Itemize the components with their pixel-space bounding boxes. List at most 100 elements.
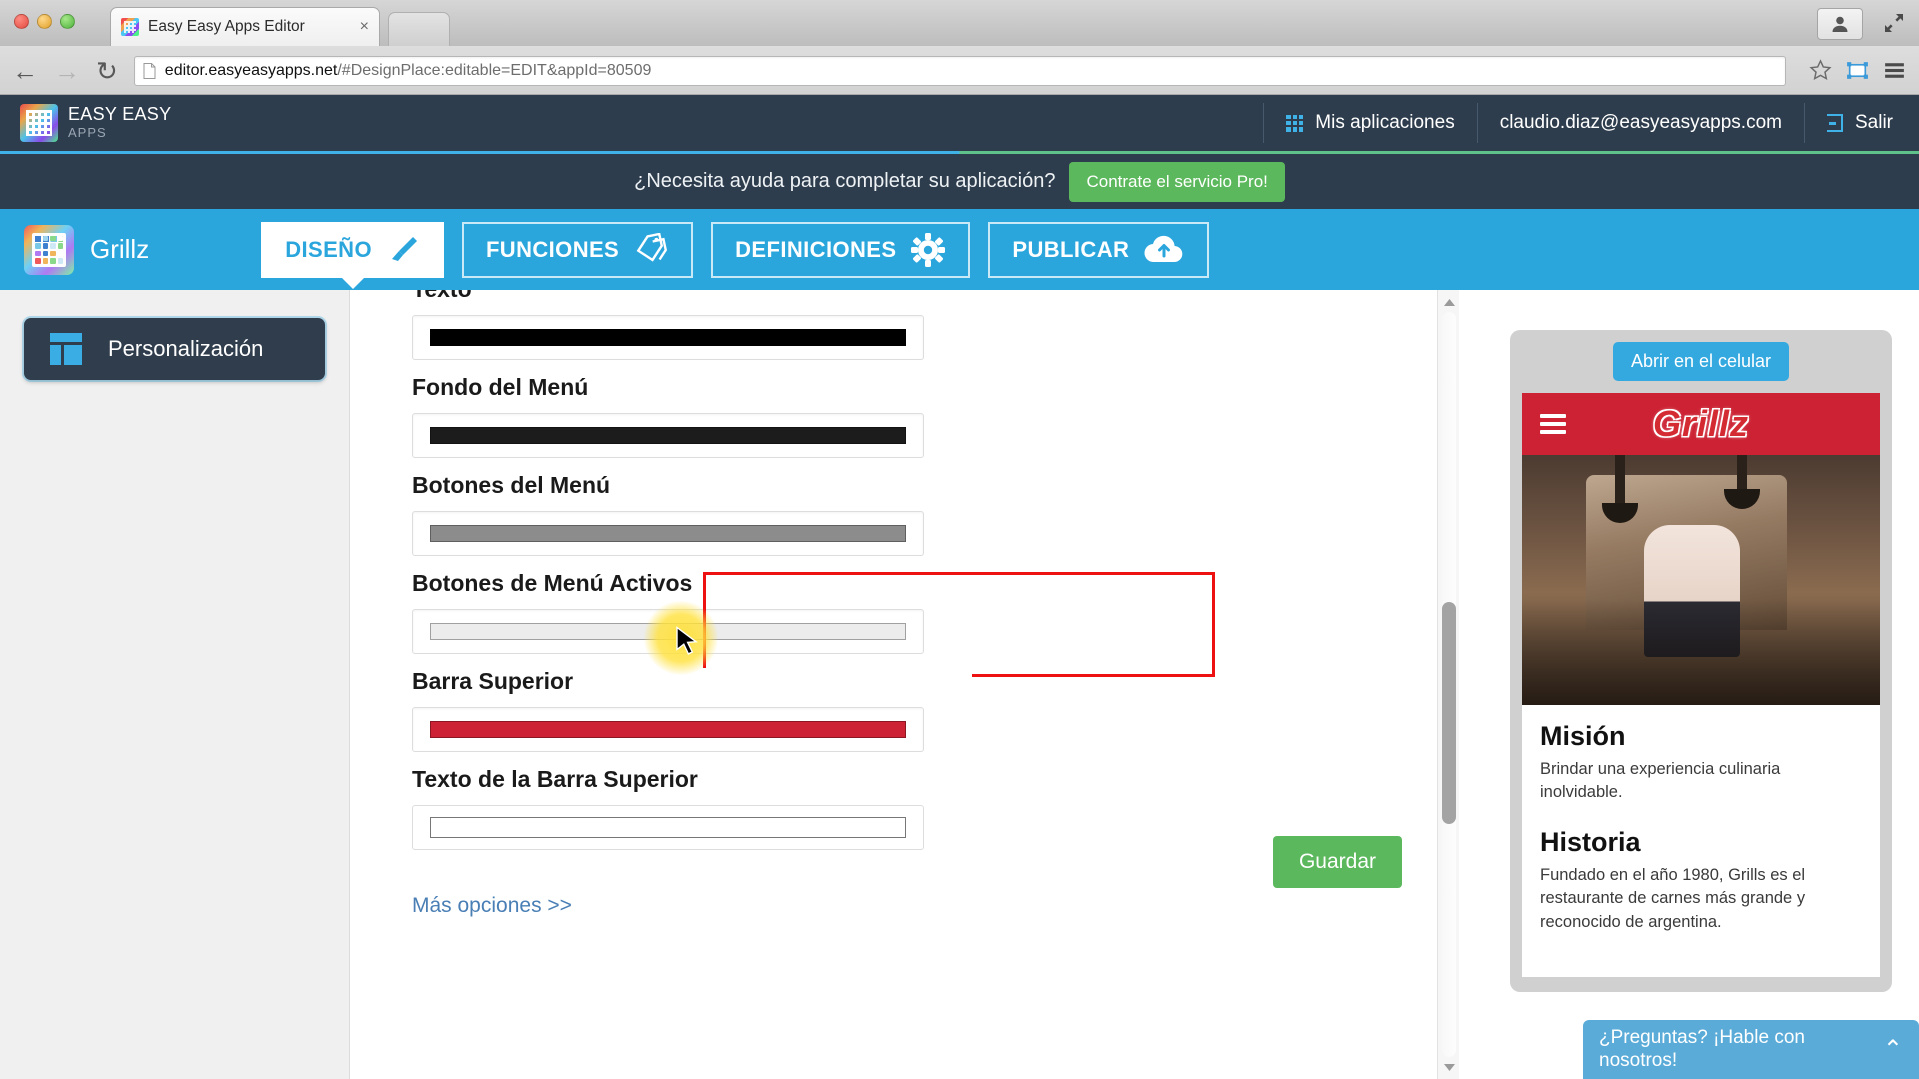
preview-body: Misión Brindar una experiencia culinaria…	[1522, 705, 1880, 951]
layout-icon	[50, 333, 82, 365]
color-picker-botones-de-menu-activos[interactable]	[412, 609, 924, 654]
hire-pro-service-button[interactable]: Contrate el servicio Pro!	[1069, 161, 1285, 202]
field-texto-label: Texto	[412, 290, 972, 303]
color-swatch	[430, 525, 906, 542]
preview-section-heading: Historia	[1540, 826, 1641, 857]
browser-tabstrip: Easy Easy Apps Editor ×	[0, 0, 1919, 46]
url-host: editor.easyeasyapps.net	[164, 61, 338, 79]
save-row: Guardar	[412, 836, 1402, 888]
field-texto: Texto	[412, 290, 972, 360]
browser-tab[interactable]: Easy Easy Apps Editor ×	[110, 7, 380, 46]
preview-hero-image	[1522, 455, 1880, 705]
field-fondo-del-menu-label: Fondo del Menú	[412, 374, 589, 400]
cloud-upload-icon	[1144, 235, 1183, 263]
more-options-link[interactable]: Más opciones >>	[412, 894, 972, 918]
chrome-menu-button[interactable]	[1882, 58, 1907, 83]
logout-label: Salir	[1854, 112, 1893, 133]
favicon-icon	[121, 18, 139, 36]
field-botones-de-menu-activos-label: Botones de Menú Activos	[412, 570, 693, 596]
color-swatch	[430, 329, 906, 346]
color-swatch	[430, 623, 906, 640]
scrollbar-thumb[interactable]	[1442, 602, 1456, 824]
tab-publicar-label: PUBLICAR	[1012, 237, 1130, 262]
main-content: Personalización Texto Fondo del Menú Bot…	[0, 290, 1919, 1079]
scroll-down-button[interactable]	[1438, 1057, 1460, 1077]
logout-button[interactable]: Salir	[1803, 103, 1919, 143]
tab-funciones-label: FUNCIONES	[485, 237, 620, 262]
screen-cast-icon	[1847, 62, 1868, 79]
promo-text: ¿Necesita ayuda para completar su aplica…	[634, 170, 1056, 192]
preview-section-body: Fundado en el año 1980, Grills es el res…	[1540, 865, 1806, 931]
chat-widget[interactable]: ¿Preguntas? ¡Hable con nosotros! ⌃	[1583, 1020, 1919, 1079]
hamburger-menu-icon	[1885, 63, 1904, 78]
cast-button[interactable]	[1845, 58, 1870, 83]
sidebar-item-label: Personalización	[108, 336, 264, 361]
forward-button[interactable]: →	[54, 58, 80, 84]
color-picker-botones-del-menu[interactable]	[412, 511, 924, 556]
app-brand-logo[interactable]: EASY EASY APPS	[0, 104, 171, 142]
field-fondo-del-menu: Fondo del Menú	[412, 374, 972, 458]
field-botones-del-menu: Botones del Menú	[412, 472, 972, 556]
app-header: EASY EASY APPS Mis aplicaciones claudio.…	[0, 95, 1919, 151]
lamp-icon	[1723, 455, 1760, 509]
profile-avatar-button[interactable]	[1817, 8, 1863, 40]
field-texto-de-la-barra-superior-label: Texto de la Barra Superior	[412, 766, 698, 792]
chevron-up-icon[interactable]: ⌃	[1883, 1035, 1903, 1064]
sidebar-item-personalizacion[interactable]: Personalización	[24, 318, 325, 380]
star-icon	[1809, 59, 1832, 81]
url-path: /#DesignPlace:editable=EDIT&appId=80509	[337, 61, 652, 79]
preview-section-body: Brindar una experiencia culinaria inolvi…	[1540, 760, 1781, 802]
mouse-cursor-icon	[676, 626, 698, 655]
bookmark-star-button[interactable]	[1808, 58, 1833, 83]
close-icon[interactable]: ×	[360, 19, 369, 35]
reload-button[interactable]: ↻	[96, 58, 118, 84]
open-on-mobile-button[interactable]: Abrir en el celular	[1612, 342, 1790, 381]
browser-tab-title: Easy Easy Apps Editor	[148, 18, 305, 35]
app-tabs: DISEÑO FUNCIONES DEFINICIONES PUBLICAR	[261, 209, 1227, 290]
color-picker-barra-superior[interactable]	[412, 707, 924, 752]
grid-icon	[1286, 114, 1304, 132]
easyeasyapps-logo-icon	[20, 104, 58, 142]
scroll-up-button[interactable]	[1438, 292, 1460, 312]
brand-name: EASY EASY	[68, 103, 172, 124]
preview-panel: Abrir en el celular Grillz Misión Brinda…	[1460, 290, 1919, 1079]
save-button[interactable]: Guardar	[1272, 836, 1402, 888]
window-traffic-lights	[14, 14, 75, 29]
color-picker-fondo-del-menu[interactable]	[412, 413, 924, 458]
app-thumbnail-icon	[24, 224, 74, 275]
back-button[interactable]: ←	[12, 58, 38, 84]
design-form-panel: Texto Fondo del Menú Botones del Menú Bo…	[350, 290, 1450, 1079]
field-botones-del-menu-label: Botones del Menú	[412, 472, 611, 498]
browser-toolbar: ← → ↻ editor.easyeasyapps.net/#DesignPla…	[0, 46, 1919, 95]
tab-publicar[interactable]: PUBLICAR	[988, 222, 1210, 278]
app-thumbnail-grid	[35, 235, 63, 264]
window-close-button[interactable]	[14, 14, 29, 29]
lamp-icon	[1602, 455, 1639, 523]
sidebar: Personalización	[0, 290, 350, 1079]
field-barra-superior: Barra Superior	[412, 668, 972, 752]
phone-screen: Grillz Misión Brindar una experiencia cu…	[1522, 393, 1880, 977]
tags-icon	[636, 233, 668, 262]
field-barra-superior-label: Barra Superior	[412, 668, 574, 694]
header-actions: Mis aplicaciones claudio.diaz@easyeasyap…	[1263, 95, 1919, 151]
logout-icon	[1826, 114, 1843, 132]
my-applications-link[interactable]: Mis aplicaciones	[1263, 103, 1476, 143]
account-email[interactable]: claudio.diaz@easyeasyapps.com	[1476, 103, 1804, 143]
new-tab-button[interactable]	[388, 12, 450, 46]
person-icon	[1832, 16, 1848, 32]
address-bar[interactable]: editor.easyeasyapps.net/#DesignPlace:edi…	[133, 55, 1786, 86]
tab-definiciones[interactable]: DEFINICIONES	[711, 222, 971, 278]
chevron-down-icon	[1443, 1063, 1455, 1071]
form-scrollbar[interactable]	[1437, 290, 1459, 1079]
window-minimize-button[interactable]	[37, 14, 52, 29]
person-silhouette	[1643, 525, 1740, 657]
tab-funciones[interactable]: FUNCIONES	[461, 222, 694, 278]
window-maximize-button[interactable]	[60, 14, 75, 29]
tab-diseno[interactable]: DISEÑO	[261, 222, 444, 278]
color-picker-texto[interactable]	[412, 315, 924, 360]
browser-chrome: Easy Easy Apps Editor × ← → ↻ editor.eas…	[0, 0, 1919, 95]
current-app: Grillz	[0, 224, 149, 275]
hamburger-menu-icon[interactable]	[1540, 410, 1566, 438]
brand-text: EASY EASY APPS	[68, 103, 172, 142]
fullscreen-button[interactable]	[1881, 10, 1907, 41]
